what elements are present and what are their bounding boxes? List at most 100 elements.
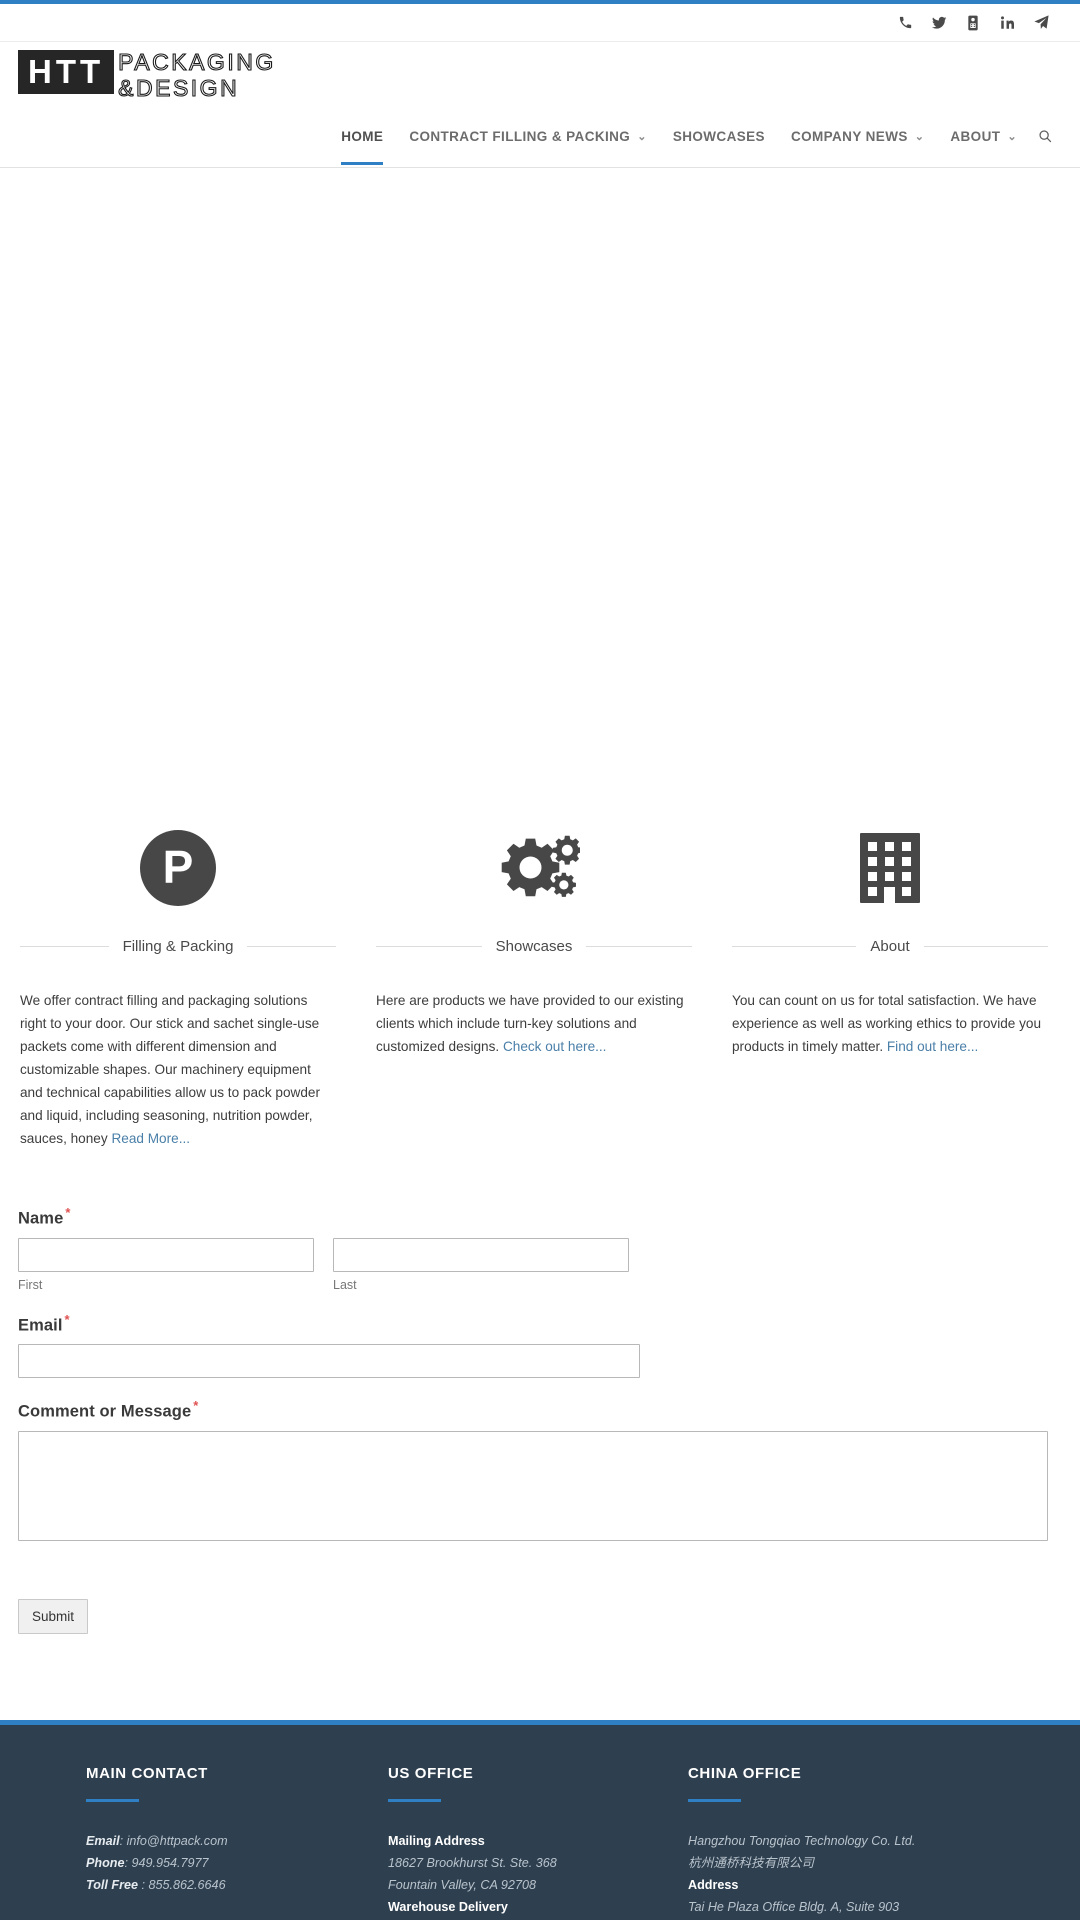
service-link-check-out[interactable]: Check out here... bbox=[503, 1039, 607, 1054]
footer-column-main-contact: MAIN CONTACT Email: info@httpack.com Pho… bbox=[66, 1765, 382, 1920]
required-asterisk: * bbox=[193, 1398, 199, 1413]
heading-rule-left bbox=[20, 946, 109, 947]
site-footer: MAIN CONTACT Email: info@httpack.com Pho… bbox=[0, 1720, 1080, 1920]
service-title: Filling & Packing bbox=[122, 938, 234, 955]
footer-column-china-office: CHINA OFFICE Hangzhou Tongqiao Technolog… bbox=[668, 1765, 1048, 1920]
service-body-text: We offer contract filling and packaging … bbox=[20, 993, 320, 1146]
service-heading: About bbox=[732, 938, 1049, 955]
linkedin-icon[interactable] bbox=[990, 6, 1024, 40]
logo-mark-text: HTT bbox=[28, 53, 105, 90]
footer-tollfree-sep: : bbox=[138, 1878, 146, 1892]
phone-icon[interactable] bbox=[888, 6, 922, 40]
service-link-read-more[interactable]: Read More... bbox=[111, 1131, 190, 1146]
nav-label: HOME bbox=[341, 128, 384, 144]
first-name-input[interactable] bbox=[18, 1237, 314, 1272]
logo-line-design: &DESIGN bbox=[118, 75, 240, 101]
nav-item-home[interactable]: HOME bbox=[328, 114, 396, 165]
field-group-email: Email * bbox=[18, 1311, 1062, 1378]
footer-email-key: Email bbox=[86, 1834, 120, 1848]
main-navigation: HOME CONTRACT FILLING & PACKING ⌄ SHOWCA… bbox=[0, 114, 1080, 168]
footer-china-company-en: Hangzhou Tongqiao Technology Co. Ltd. bbox=[688, 1834, 916, 1848]
site-logo[interactable]: HTT PACKAGING &DESIGN bbox=[18, 50, 276, 100]
footer-title-underline bbox=[86, 1799, 139, 1802]
nav-label: ABOUT bbox=[950, 128, 1001, 144]
nav-item-contract-filling-packing[interactable]: CONTRACT FILLING & PACKING ⌄ bbox=[396, 114, 660, 158]
p-circle-glyph: P bbox=[140, 830, 216, 906]
first-name-wrap: First bbox=[18, 1237, 314, 1292]
chevron-down-icon: ⌄ bbox=[1007, 130, 1017, 143]
youtube-icon[interactable] bbox=[956, 6, 990, 40]
service-title: Showcases bbox=[495, 938, 573, 955]
footer-tollfree-key: Toll Free bbox=[86, 1878, 139, 1892]
service-column-about: About You can count on us for total sati… bbox=[712, 820, 1068, 1150]
building-icon bbox=[732, 820, 1048, 916]
services-section: P Filling & Packing We offer contract fi… bbox=[0, 820, 1080, 1150]
footer-phone-value[interactable]: 949.954.7977 bbox=[128, 1856, 208, 1870]
footer-mailing-address-label: Mailing Address bbox=[388, 1834, 485, 1848]
packaging-p-icon: P bbox=[20, 820, 336, 916]
search-icon[interactable] bbox=[1030, 114, 1060, 158]
service-column-filling-packing: P Filling & Packing We offer contract fi… bbox=[0, 820, 356, 1150]
email-label-text: Email bbox=[18, 1316, 63, 1334]
last-name-sublabel: Last bbox=[333, 1277, 357, 1292]
chevron-down-icon: ⌄ bbox=[637, 130, 647, 143]
footer-phone-line: Phone: 949.954.7977 bbox=[86, 1852, 362, 1874]
footer-column-title: MAIN CONTACT bbox=[86, 1765, 208, 1782]
telegram-icon[interactable] bbox=[1024, 6, 1058, 40]
gears-icon bbox=[376, 820, 692, 916]
contact-form: Name * First Last Email * Comment or Messa… bbox=[18, 1205, 1062, 1634]
footer-warehouse-label: Warehouse Delivery bbox=[388, 1900, 508, 1914]
nav-label: COMPANY NEWS bbox=[790, 128, 908, 144]
footer-email-line: Email: info@httpack.com bbox=[86, 1830, 362, 1852]
footer-phone-key: Phone bbox=[86, 1856, 125, 1870]
email-wrap bbox=[18, 1344, 640, 1378]
heading-rule-left bbox=[732, 946, 857, 947]
comment-label-text: Comment or Message bbox=[18, 1402, 192, 1421]
twitter-icon[interactable] bbox=[922, 6, 956, 40]
footer-column-us-office: US OFFICE Mailing Address 18627 Brookhur… bbox=[368, 1765, 684, 1920]
footer-mailing-address-line1: 18627 Brookhurst St. Ste. 368 bbox=[388, 1856, 557, 1870]
field-group-name: Name * First Last bbox=[18, 1205, 1062, 1292]
footer-title-underline bbox=[688, 1799, 741, 1802]
last-name-input[interactable] bbox=[333, 1237, 629, 1272]
footer-china-company-zh: 杭州通桥科技有限公司 bbox=[688, 1856, 814, 1870]
hero-banner bbox=[0, 169, 1080, 669]
footer-tollfree-line: Toll Free : 855.862.6646 bbox=[86, 1874, 362, 1896]
logo-wordmark: PACKAGING &DESIGN bbox=[118, 50, 276, 100]
footer-mailing-address-line2: Fountain Valley, CA 92708 bbox=[388, 1878, 536, 1892]
footer-china-address-line1: Tai He Plaza Office Bldg. A, Suite 903 bbox=[688, 1900, 900, 1914]
service-heading: Showcases bbox=[376, 938, 692, 955]
name-label-text: Name bbox=[18, 1209, 64, 1228]
service-heading: Filling & Packing bbox=[20, 938, 337, 955]
chevron-down-icon: ⌄ bbox=[914, 130, 925, 143]
nav-item-company-news[interactable]: COMPANY NEWS ⌄ bbox=[778, 114, 937, 158]
service-column-showcases: Showcases Here are products we have prov… bbox=[356, 820, 712, 1150]
service-body: We offer contract filling and packaging … bbox=[20, 989, 336, 1150]
field-group-comment: Comment or Message * bbox=[18, 1398, 1062, 1541]
logo-line-packaging: PACKAGING bbox=[118, 49, 276, 75]
footer-column-title: CHINA OFFICE bbox=[688, 1765, 802, 1782]
heading-rule-right bbox=[586, 946, 692, 947]
footer-email-value[interactable]: info@httpack.com bbox=[123, 1834, 228, 1848]
submit-button[interactable]: Submit bbox=[18, 1598, 88, 1634]
comment-label: Comment or Message * bbox=[18, 1398, 1062, 1422]
footer-china-address-label: Address bbox=[688, 1878, 739, 1892]
required-asterisk: * bbox=[64, 1311, 70, 1327]
nav-item-showcases[interactable]: SHOWCASES bbox=[660, 114, 778, 158]
social-bar bbox=[0, 4, 1080, 42]
nav-label: SHOWCASES bbox=[672, 128, 765, 144]
service-body: Here are products we have provided to ou… bbox=[376, 989, 692, 1058]
nav-item-about[interactable]: ABOUT ⌄ bbox=[937, 114, 1030, 158]
heading-rule-left bbox=[376, 946, 482, 947]
service-body: You can count on us for total satisfacti… bbox=[732, 989, 1048, 1058]
last-name-wrap: Last bbox=[333, 1237, 629, 1292]
email-input[interactable] bbox=[18, 1344, 640, 1378]
comment-textarea[interactable] bbox=[18, 1430, 1048, 1541]
heading-rule-right bbox=[923, 946, 1049, 947]
required-asterisk: * bbox=[65, 1205, 71, 1220]
nav-label: CONTRACT FILLING & PACKING bbox=[409, 128, 631, 144]
service-link-find-out[interactable]: Find out here... bbox=[887, 1039, 978, 1054]
logo-mark-box: HTT bbox=[18, 50, 115, 94]
footer-tollfree-value[interactable]: 855.862.6646 bbox=[145, 1878, 226, 1892]
name-label: Name * bbox=[18, 1205, 1062, 1229]
